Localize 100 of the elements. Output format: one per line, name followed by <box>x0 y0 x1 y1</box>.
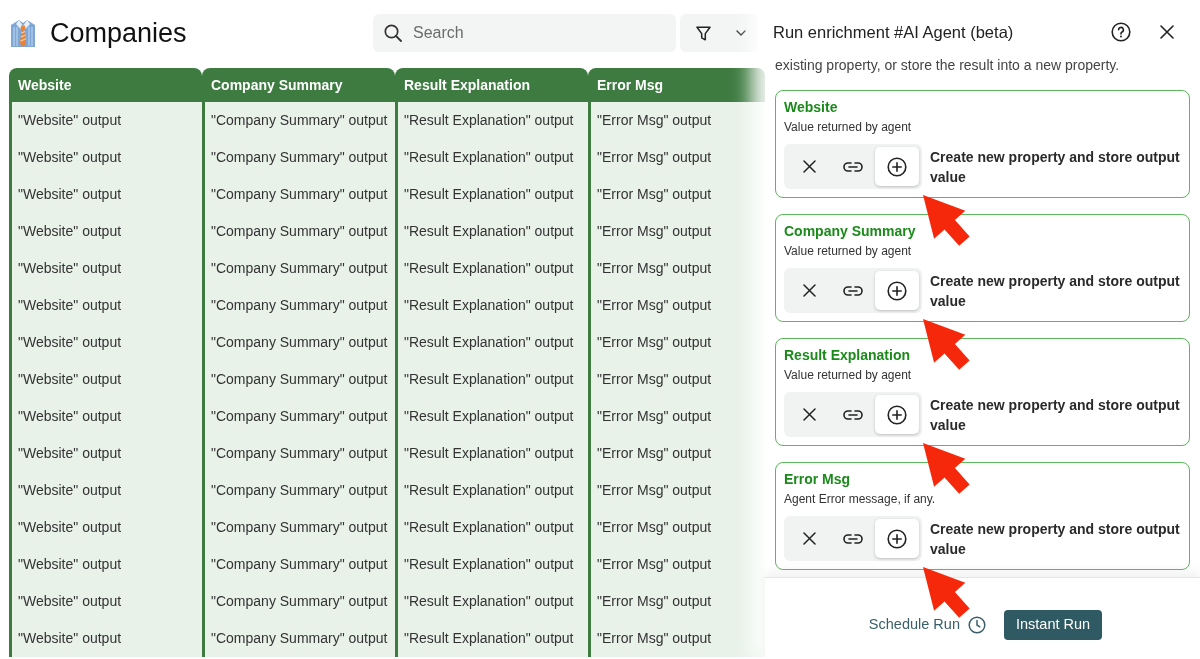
table-cell: "Result Explanation" output <box>395 287 588 324</box>
output-description: Agent Error message, if any. <box>784 491 936 507</box>
table-cell: "Website" output <box>9 509 202 546</box>
table-cell: "Error Msg" output <box>588 213 765 250</box>
table-cell: "Company Summary" output <box>202 361 395 398</box>
filter-button[interactable] <box>680 14 758 52</box>
column-header: Error Msg <box>588 68 765 102</box>
action-label: Create new property and store output value <box>930 519 1181 559</box>
help-button[interactable] <box>1109 20 1133 44</box>
link-icon <box>843 409 863 420</box>
table-cell: "Website" output <box>9 361 202 398</box>
output-name: Error Msg <box>784 470 851 488</box>
link-icon <box>843 533 863 544</box>
table-cell: "Website" output <box>9 102 202 139</box>
table-cell: "Company Summary" output <box>202 139 395 176</box>
output-name: Website <box>784 98 838 116</box>
x-icon <box>802 160 816 173</box>
instant-run-button[interactable]: Instant Run <box>1003 610 1103 640</box>
table-cell: "Website" output <box>9 435 202 472</box>
table-cell: "Error Msg" output <box>588 287 765 324</box>
link-icon <box>843 161 863 172</box>
search-icon <box>384 24 402 42</box>
table-cell: "Website" output <box>9 546 202 583</box>
add-button[interactable] <box>875 519 919 558</box>
link-icon <box>843 285 863 296</box>
table-cell: "Error Msg" output <box>588 250 765 287</box>
plus-circle-icon <box>887 528 907 549</box>
table-cell: "Result Explanation" output <box>395 509 588 546</box>
output-description: Value returned by agent <box>784 367 912 383</box>
column-header: Company Summary <box>202 68 395 102</box>
table-cell: "Result Explanation" output <box>395 398 588 435</box>
table-cell: "Error Msg" output <box>588 176 765 213</box>
table-cell: "Error Msg" output <box>588 583 765 620</box>
table-cell: "Error Msg" output <box>588 102 765 139</box>
table-cell: "Company Summary" output <box>202 546 395 583</box>
table-cell: "Website" output <box>9 213 202 250</box>
table-cell: "Company Summary" output <box>202 509 395 546</box>
table-cell: "Website" output <box>9 324 202 361</box>
output-description: Value returned by agent <box>784 243 912 259</box>
output-description: Value returned by agent <box>784 119 912 135</box>
table-cell: "Website" output <box>9 620 202 657</box>
table-cell: "Company Summary" output <box>202 583 395 620</box>
output-name: Company Summary <box>784 222 916 240</box>
action-label: Create new property and store output value <box>930 147 1181 187</box>
x-icon <box>802 532 816 545</box>
table-cell: "Result Explanation" output <box>395 583 588 620</box>
action-label: Create new property and store output value <box>930 271 1181 311</box>
table-cell: "Result Explanation" output <box>395 176 588 213</box>
close-icon <box>1160 25 1174 39</box>
plus-circle-icon <box>887 280 907 301</box>
table-cell: "Error Msg" output <box>588 620 765 657</box>
output-name: Result Explanation <box>784 346 911 364</box>
table-cell: "Company Summary" output <box>202 620 395 657</box>
caret-icon <box>736 30 746 36</box>
table-cell: "Website" output <box>9 287 202 324</box>
table-cell: "Company Summary" output <box>202 250 395 287</box>
table-cell: "Error Msg" output <box>588 139 765 176</box>
table-cell: "Company Summary" output <box>202 398 395 435</box>
table-cell: "Website" output <box>9 398 202 435</box>
table-cell: "Company Summary" output <box>202 472 395 509</box>
add-button[interactable] <box>875 147 919 186</box>
table-cell: "Error Msg" output <box>588 435 765 472</box>
table-cell: "Company Summary" output <box>202 324 395 361</box>
table-cell: "Error Msg" output <box>588 361 765 398</box>
table-cell: "Company Summary" output <box>202 213 395 250</box>
shirt-tie-icon <box>10 18 36 48</box>
table-cell: "Error Msg" output <box>588 398 765 435</box>
add-button[interactable] <box>875 395 919 434</box>
x-icon <box>802 284 816 297</box>
plus-circle-icon <box>887 156 907 177</box>
table-cell: "Website" output <box>9 583 202 620</box>
table-cell: "Result Explanation" output <box>395 435 588 472</box>
table-cell: "Company Summary" output <box>202 176 395 213</box>
table-cell: "Company Summary" output <box>202 287 395 324</box>
help-icon <box>1111 22 1131 42</box>
column-header: Website <box>9 68 202 102</box>
panel-title: Run enrichment #AI Agent (beta) <box>773 22 1014 42</box>
add-button[interactable] <box>875 271 919 310</box>
table-cell: "Result Explanation" output <box>395 250 588 287</box>
x-icon <box>802 408 816 421</box>
pointer-arrow-icon <box>922 194 971 247</box>
table-cell: "Website" output <box>9 472 202 509</box>
pointer-arrow-icon <box>922 318 971 371</box>
table-cell: "Website" output <box>9 250 202 287</box>
action-label: Create new property and store output value <box>930 395 1181 435</box>
panel-description: existing property, or store the result into a new property. <box>775 57 1120 73</box>
clock-icon <box>967 616 986 634</box>
table-cell: "Result Explanation" output <box>395 361 588 398</box>
page-title: Companies <box>50 17 187 49</box>
search-field[interactable]: Search <box>373 14 676 52</box>
pointer-arrow-icon <box>922 566 971 619</box>
schedule-run-link[interactable]: Schedule Run <box>868 610 986 640</box>
plus-circle-icon <box>887 404 907 425</box>
table-cell: "Result Explanation" output <box>395 472 588 509</box>
table-cell: "Result Explanation" output <box>395 620 588 657</box>
table-cell: "Result Explanation" output <box>395 213 588 250</box>
table-cell: "Error Msg" output <box>588 509 765 546</box>
table-cell: "Result Explanation" output <box>395 139 588 176</box>
table-cell: "Error Msg" output <box>588 472 765 509</box>
table-cell: "Error Msg" output <box>588 546 765 583</box>
